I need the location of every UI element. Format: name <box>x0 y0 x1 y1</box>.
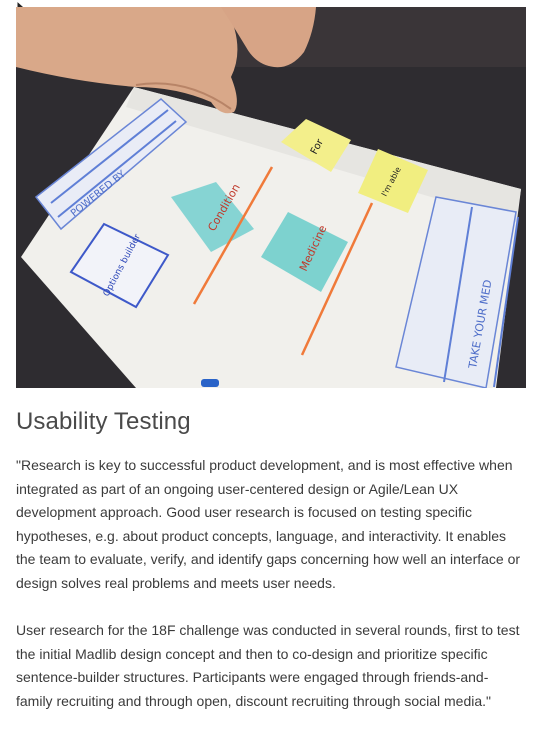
paragraph-research: "Research is key to successful product d… <box>16 457 521 591</box>
paragraph-user-research: User research for the 18F challenge was … <box>16 622 520 709</box>
pen <box>201 379 219 387</box>
whiteboard-photo: POWERED BY Options builder Condition Med… <box>16 7 526 388</box>
section-title: Usability Testing <box>16 408 191 435</box>
